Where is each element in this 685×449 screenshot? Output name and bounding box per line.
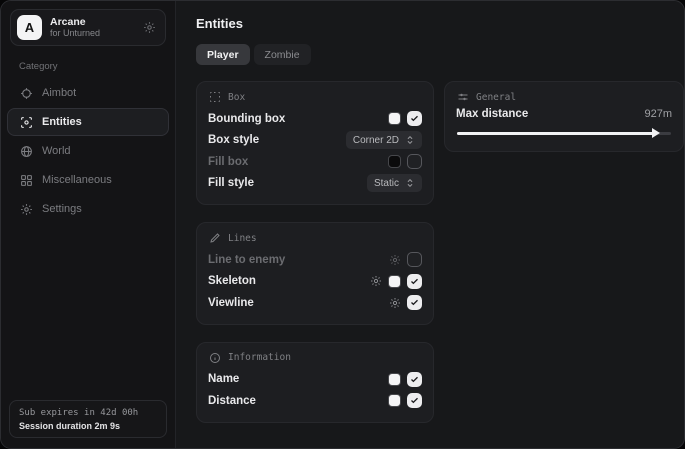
pencil-icon [209,232,221,244]
section-header-label: General [476,92,516,103]
slider-thumb[interactable] [652,128,660,138]
sidebar-item-label: Miscellaneous [42,174,112,186]
sidebar-item-miscellaneous[interactable]: Miscellaneous [7,166,169,194]
checkbox-checked[interactable] [407,274,422,289]
sub-expiry-text: Sub expires in 42d 00h [19,408,157,418]
sidebar-item-entities[interactable]: Entities [7,108,169,136]
grid-icon [20,174,33,187]
globe-icon [20,145,33,158]
checkbox-unchecked[interactable] [407,252,422,267]
box-select-icon [209,91,221,103]
info-icon [209,352,221,364]
checkbox-checked[interactable] [407,393,422,408]
sidebar-item-label: Settings [42,203,82,215]
category-label: Category [19,61,175,72]
section-header-label: Lines [228,233,257,244]
chevrons-up-down-icon [405,178,415,188]
box-style-select[interactable]: Corner 2D [346,131,422,149]
app-logo: A [17,15,42,40]
gear-icon[interactable] [143,21,156,34]
gear-icon[interactable] [389,297,401,309]
sidebar-item-world[interactable]: World [7,137,169,165]
sidebar-item-settings[interactable]: Settings [7,195,169,223]
checkbox-checked[interactable] [407,295,422,310]
sidebar-nav: Aimbot Entities World Miscellaneous [1,79,175,223]
checkbox-checked[interactable] [407,111,422,126]
subscription-card: Sub expires in 42d 00h Session duration … [9,400,167,438]
checkbox-checked[interactable] [407,372,422,387]
app-window: A Arcane for Unturned Category Aimbot [0,0,685,449]
gear-icon [20,203,33,216]
setting-row-distance: Distance [208,390,422,412]
page-title: Entities [196,16,684,31]
setting-row-name: Name [208,369,422,391]
app-header-card: A Arcane for Unturned [10,9,166,46]
setting-row-max-distance: Max distance 927m [456,108,672,120]
fill-style-select[interactable]: Static [367,174,422,192]
sidebar-item-label: Aimbot [42,87,76,99]
crosshair-icon [20,87,33,100]
checkbox-unchecked[interactable] [407,154,422,169]
section-header-label: Box [228,92,245,103]
chevrons-up-down-icon [405,135,415,145]
color-swatch[interactable] [388,394,401,407]
setting-row-fill-box: Fill box [208,151,422,173]
max-distance-slider[interactable] [457,128,671,139]
setting-row-viewline: Viewline [208,292,422,314]
sidebar-item-aimbot[interactable]: Aimbot [7,79,169,107]
gear-icon[interactable] [370,275,382,287]
setting-row-bounding-box: Bounding box [208,108,422,130]
sidebar-item-label: Entities [42,116,82,128]
main-panel: Entities Player Zombie Box Bounding box [176,1,685,448]
setting-row-line-to-enemy: Line to enemy [208,249,422,271]
scan-icon [20,116,33,129]
app-subtitle: for Unturned [50,28,100,38]
setting-row-box-style: Box style Corner 2D [208,130,422,152]
setting-row-skeleton: Skeleton [208,271,422,293]
tab-player[interactable]: Player [196,44,250,65]
color-swatch[interactable] [388,155,401,168]
tab-bar: Player Zombie [196,44,684,65]
setting-row-fill-style: Fill style Static [208,173,422,195]
session-duration-text: Session duration 2m 9s [19,421,157,431]
box-section: Box Bounding box Box style [196,81,434,205]
general-section: General Max distance 927m [444,81,684,152]
max-distance-value: 927m [644,108,672,120]
section-header-label: Information [228,352,291,363]
tab-zombie[interactable]: Zombie [254,44,311,65]
sliders-icon [457,91,469,103]
sidebar: A Arcane for Unturned Category Aimbot [1,1,176,448]
max-distance-slider-fill [457,132,656,135]
color-swatch[interactable] [388,112,401,125]
app-name: Arcane [50,16,100,28]
color-swatch[interactable] [388,275,401,288]
sidebar-item-label: World [42,145,71,157]
color-swatch[interactable] [388,373,401,386]
gear-icon[interactable] [389,254,401,266]
lines-section: Lines Line to enemy Skeleton [196,222,434,325]
information-section: Information Name Distance [196,342,434,423]
